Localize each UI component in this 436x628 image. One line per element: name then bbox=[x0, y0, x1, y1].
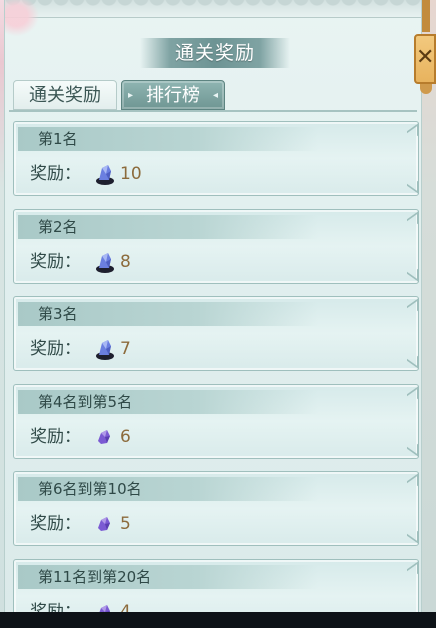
rank-label: 第2名 bbox=[18, 214, 318, 239]
reward-row: 奖励： 8 bbox=[14, 248, 418, 276]
small-purple-gem-icon bbox=[98, 517, 110, 531]
tab-arrow-right-icon: ◂ bbox=[212, 90, 218, 101]
reward-label: 奖励： bbox=[30, 601, 81, 613]
reward-value: 7 bbox=[120, 339, 131, 359]
tab-arrow-left-icon: ▸ bbox=[128, 90, 134, 101]
reward-value: 8 bbox=[120, 251, 131, 272]
small-purple-gem-icon bbox=[98, 429, 110, 444]
reward-value: 5 bbox=[120, 514, 131, 534]
rank-label: 第3名 bbox=[18, 302, 318, 326]
reward-row: 奖励： 10 bbox=[14, 160, 418, 188]
rank-reward-list[interactable]: 第1名 奖励： 10 第2名 奖励： 8 第3名 奖励： 7 第4名到第5名 奖励： 6 第6名到第10… bbox=[13, 121, 419, 612]
reward-row: 奖励： 4 bbox=[14, 598, 418, 613]
rank-card: 第3名奖励： 7 bbox=[13, 296, 419, 371]
rank-card: 第2名奖励： 8 bbox=[13, 208, 419, 284]
flower-decoration bbox=[5, 0, 43, 40]
lantern-string bbox=[422, 0, 430, 32]
reward-label: 奖励： bbox=[30, 251, 81, 272]
panel-top-border bbox=[5, 0, 421, 18]
rank-label: 第1名 bbox=[18, 127, 318, 151]
reward-label: 奖励： bbox=[30, 426, 81, 447]
rank-card: 第11名到第20名奖励： 4 bbox=[13, 558, 419, 613]
reward-label: 奖励： bbox=[30, 164, 81, 184]
reward-panel: 通关奖励 通关奖励 ▸ 排行榜 ◂ 第1名 奖励： 10 第2名 奖励： 8 第3名 奖励： 7… bbox=[4, 0, 422, 612]
reward-row: 奖励： 7 bbox=[14, 335, 418, 363]
reward-label: 奖励： bbox=[30, 514, 81, 534]
bottom-bar bbox=[0, 612, 436, 628]
rank-card: 第6名到第10名奖励： 5 bbox=[13, 471, 419, 546]
panel-title: 通关奖励 bbox=[140, 38, 290, 68]
close-button[interactable]: ✕ bbox=[414, 34, 436, 84]
reward-value: 10 bbox=[120, 164, 142, 184]
rank-label: 第6名到第10名 bbox=[18, 477, 318, 501]
rank-card: 第4名到第5名奖励： 6 bbox=[13, 383, 419, 459]
large-blue-gem-icon bbox=[96, 252, 114, 273]
reward-label: 奖励： bbox=[30, 339, 81, 359]
tab-leaderboard[interactable]: ▸ 排行榜 ◂ bbox=[121, 80, 225, 110]
tab-clear-rewards[interactable]: 通关奖励 bbox=[13, 80, 117, 110]
large-blue-gem-icon bbox=[96, 165, 114, 185]
reward-value: 4 bbox=[120, 601, 131, 613]
tab-label: 排行榜 bbox=[146, 85, 200, 106]
large-blue-gem-icon bbox=[96, 340, 114, 360]
tab-divider bbox=[9, 110, 417, 112]
rank-card: 第1名奖励： 10 bbox=[13, 121, 419, 196]
small-purple-gem-icon bbox=[99, 604, 110, 612]
rank-label: 第11名到第20名 bbox=[18, 564, 318, 589]
close-icon: ✕ bbox=[416, 45, 435, 70]
rank-label: 第4名到第5名 bbox=[18, 389, 318, 414]
reward-row: 奖励： 6 bbox=[14, 423, 418, 451]
reward-value: 6 bbox=[120, 426, 131, 447]
tab-label: 通关奖励 bbox=[29, 85, 101, 106]
reward-row: 奖励： 5 bbox=[14, 510, 418, 538]
